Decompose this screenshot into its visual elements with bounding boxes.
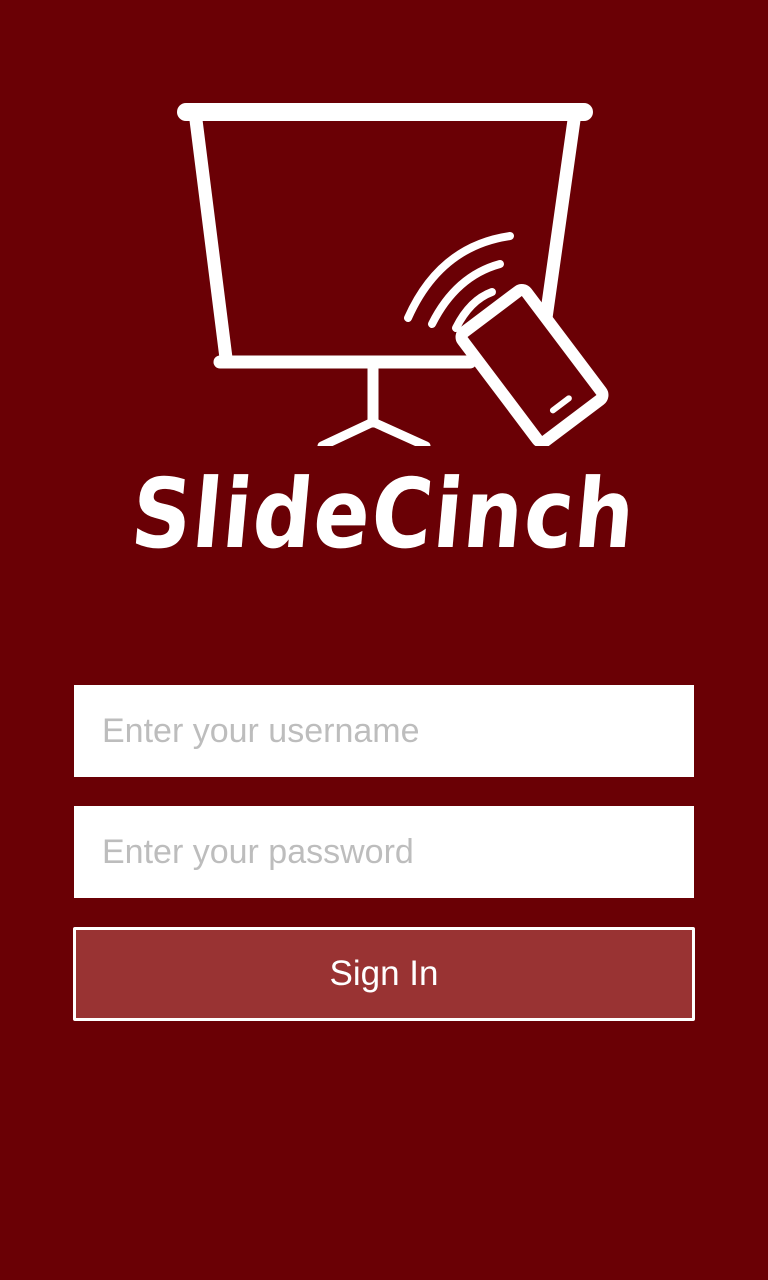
projector-screen-icon [177,103,609,446]
sign-in-button[interactable]: Sign In [73,927,695,1021]
phone-icon [455,284,609,446]
sign-in-label: Sign In [329,954,439,993]
password-input[interactable] [74,806,694,898]
username-input[interactable] [74,685,694,777]
app-brand-name: SlideCinch [127,458,641,570]
login-screen: SlideCinch Sign In [0,0,768,1280]
